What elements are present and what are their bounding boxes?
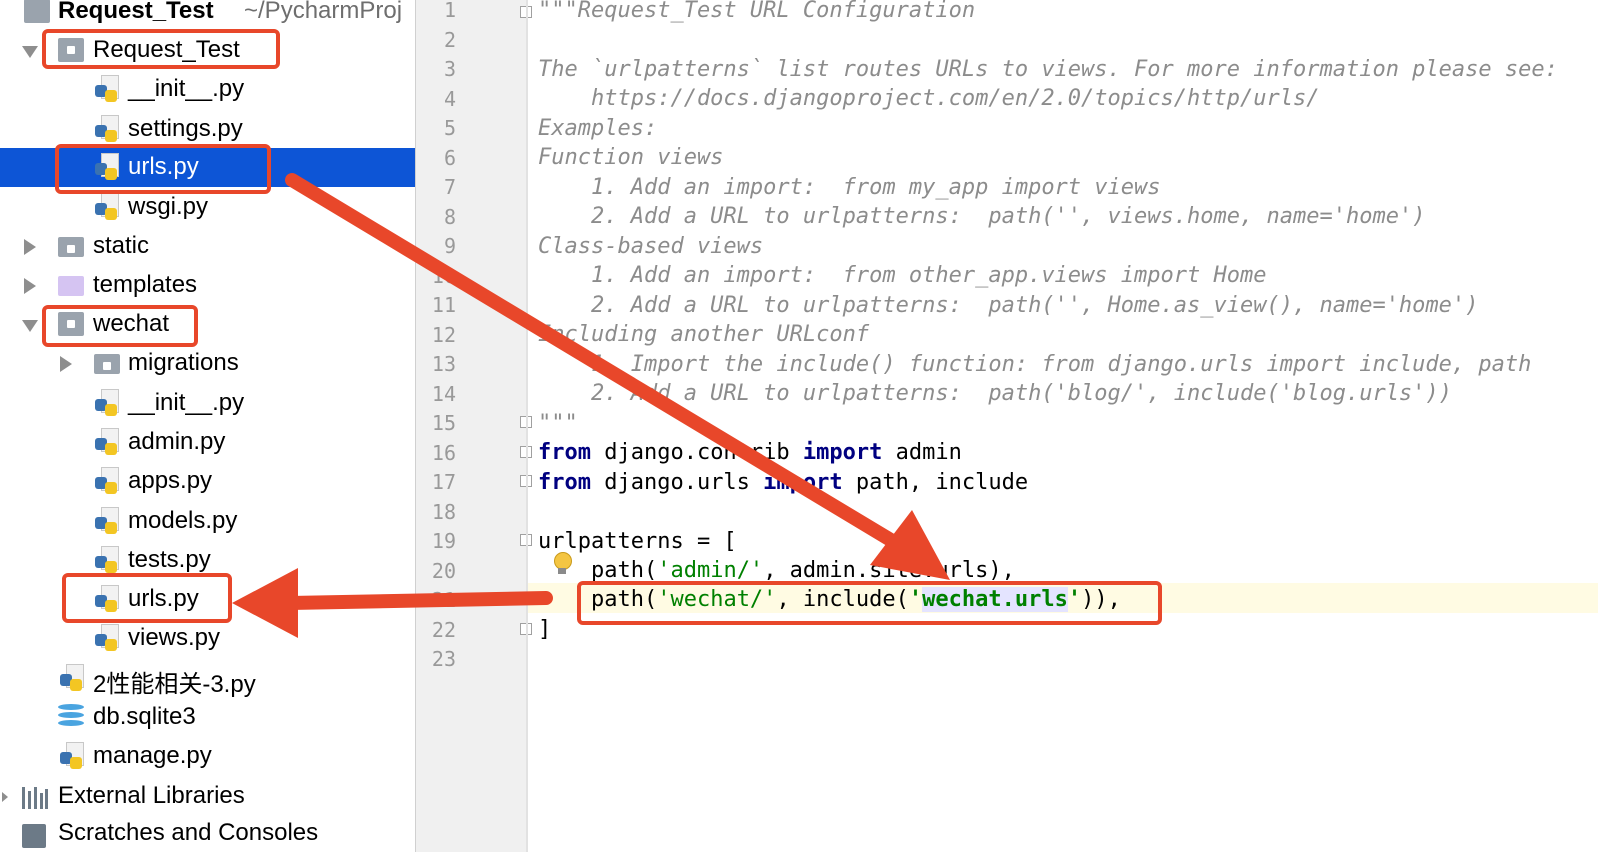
arrow-urls-to-editor [285, 173, 950, 580]
arrow-editor-to-wechat-urls [232, 568, 553, 638]
annotation-arrows [232, 173, 950, 638]
